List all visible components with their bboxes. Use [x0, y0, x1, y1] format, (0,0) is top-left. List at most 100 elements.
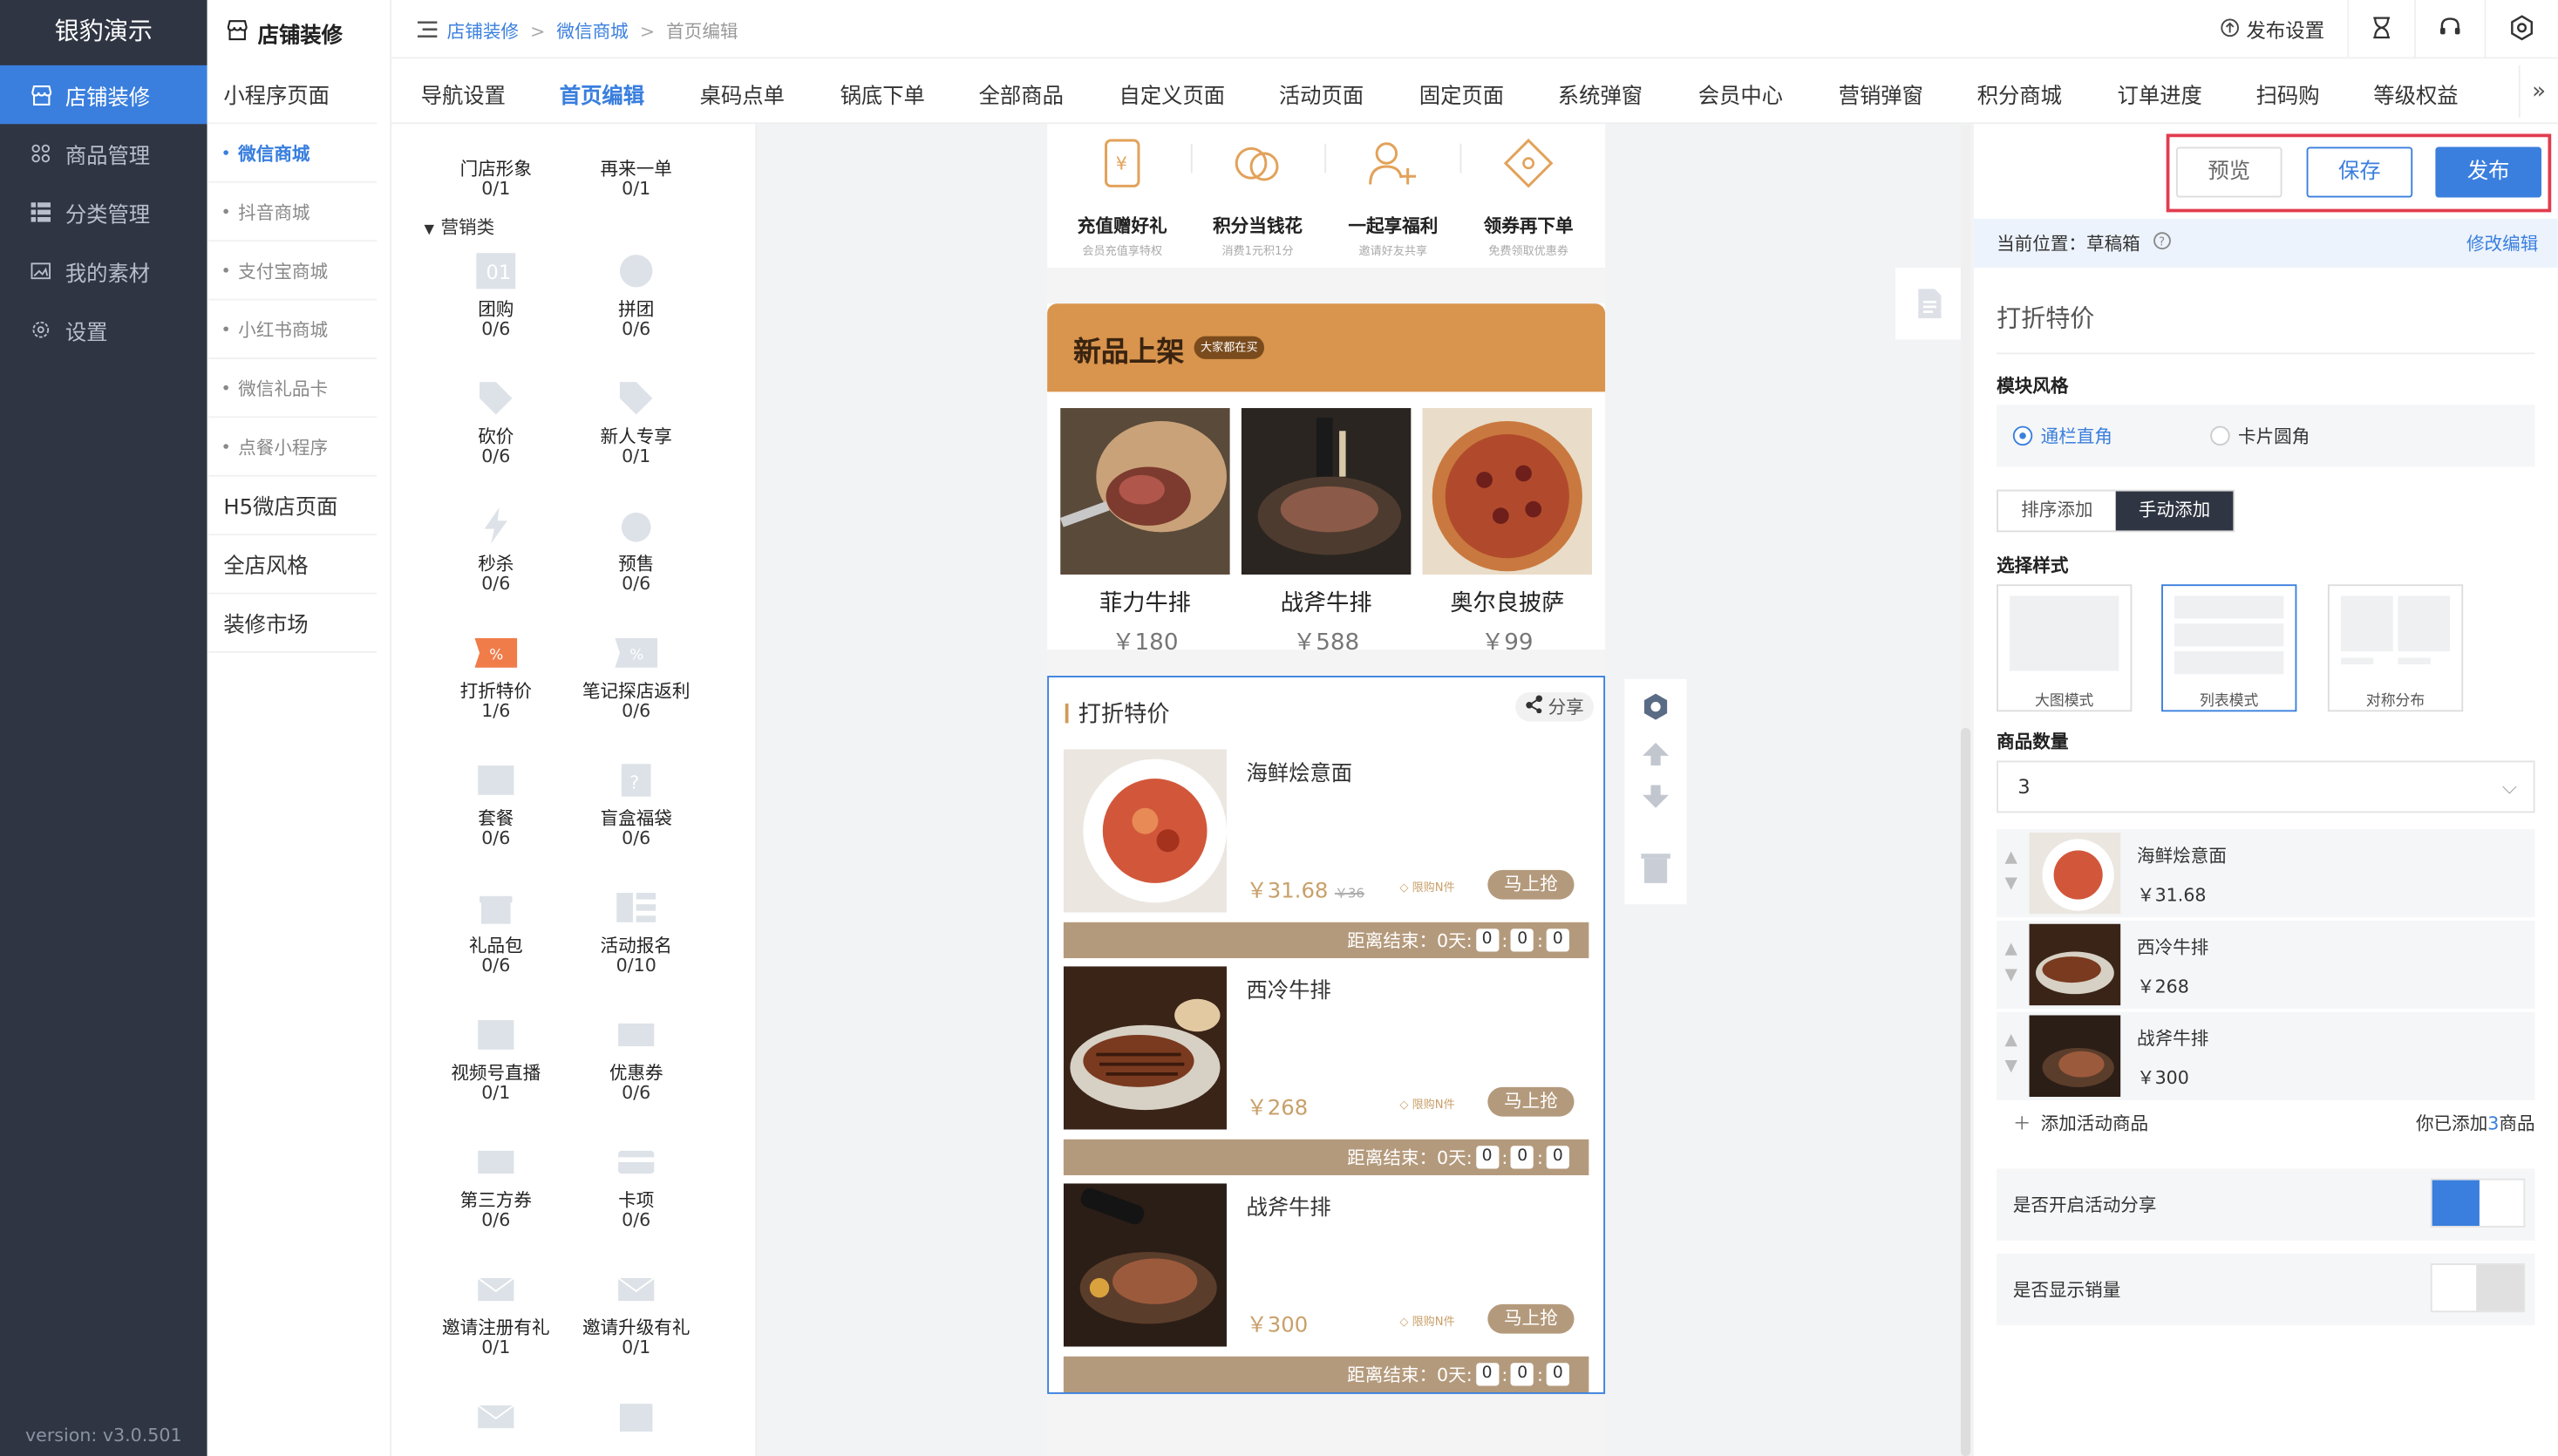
tab-nav-settings[interactable]: 导航设置	[421, 78, 506, 109]
product-card[interactable]: 奥尔良披萨 ￥99	[1422, 408, 1593, 657]
style-big-image[interactable]: 大图模式	[1997, 584, 2133, 712]
component-invite-upgrade[interactable]: 邀请升级有礼 0/1	[554, 1267, 718, 1358]
selected-goods-item[interactable]: ▲ ▼ 西冷牛排 ￥268	[1997, 920, 2535, 1010]
component-reorder[interactable]: 再来一单 0/1	[554, 160, 718, 199]
component-gift-pack[interactable]: 礼品包 0/6	[414, 885, 577, 976]
quick-entry-invite[interactable]: 一起享福利 邀请好友共享	[1328, 131, 1459, 260]
component-bargain[interactable]: 砍价 0/6	[414, 376, 577, 467]
edit-link[interactable]: 修改编辑	[2466, 230, 2538, 256]
breadcrumb-wechat-mall[interactable]: 微信商城	[556, 18, 628, 44]
component-presale[interactable]: 预售 0/6	[554, 503, 718, 595]
more-tabs-button[interactable]: »	[2518, 65, 2558, 118]
new-arrival-module[interactable]: 新品上架 大家都在买 菲力牛排 ￥180 战斧牛排 ￥588 奥尔良披萨 ￥99	[1047, 303, 1606, 657]
save-button[interactable]: 保存	[2306, 146, 2413, 198]
support-button[interactable]	[2414, 0, 2484, 59]
tab-marketing-popup[interactable]: 营销弹窗	[1839, 78, 1923, 109]
tab-home-edit[interactable]: 首页编辑	[560, 78, 644, 109]
buy-now-button[interactable]: 马上抢	[1487, 869, 1575, 900]
component-store-image[interactable]: 门店形象 0/1	[414, 160, 577, 199]
add-goods-button[interactable]: ＋添加活动商品	[1997, 1113, 2148, 1134]
component-more-calendar[interactable]	[554, 1394, 718, 1446]
share-button[interactable]: 分享	[1515, 691, 1594, 722]
sort-arrows[interactable]: ▲ ▼	[2004, 937, 2017, 990]
component-note-rebate[interactable]: % 笔记探店返利 0/6	[554, 630, 718, 722]
tab-activity-page[interactable]: 活动页面	[1279, 78, 1364, 109]
quick-entry-recharge[interactable]: ¥ 充值赠好礼 会员充值享特权	[1057, 131, 1187, 260]
component-group-buy[interactable]: 01 团购 0/6	[414, 248, 577, 340]
tab-order-progress[interactable]: 订单进度	[2118, 78, 2202, 109]
add-sort-option[interactable]: 排序添加	[1998, 492, 2116, 531]
radio-card-rounded[interactable]: 卡片圆角	[2210, 423, 2310, 449]
component-flash-sale[interactable]: 秒杀 0/6	[414, 503, 577, 595]
publish-settings-button[interactable]: 发布设置	[2197, 0, 2347, 58]
move-down-button[interactable]	[1641, 784, 1670, 815]
tab-member-center[interactable]: 会员中心	[1698, 78, 1783, 109]
style-list[interactable]: 列表模式	[2161, 584, 2297, 712]
sales-toggle[interactable]	[2430, 1263, 2526, 1313]
tab-all-goods[interactable]: 全部商品	[979, 78, 1064, 109]
subnav-douyin-mall[interactable]: 抖音商城	[207, 183, 378, 242]
help-circle-icon[interactable]: ?	[2153, 232, 2172, 255]
subnav-wechat-giftcard[interactable]: 微信礼品卡	[207, 359, 378, 418]
nav-item-settings[interactable]: 设置	[0, 300, 207, 358]
delete-module-button[interactable]	[1624, 835, 1687, 905]
radio-full-width[interactable]: 通栏直角	[2012, 423, 2112, 449]
tab-scan-buy[interactable]: 扫码购	[2256, 78, 2320, 109]
add-manual-option[interactable]: 手动添加	[2115, 491, 2234, 531]
subnav-xiaohongshu-mall[interactable]: 小红书商城	[207, 300, 378, 359]
publish-button[interactable]: 发布	[2435, 146, 2542, 198]
subnav-decor-market[interactable]: 装修市场	[207, 594, 378, 653]
subnav-alipay-mall[interactable]: 支付宝商城	[207, 242, 378, 301]
preview-button[interactable]: 预览	[2175, 146, 2282, 198]
subnav-h5-page[interactable]: H5微店页面	[207, 477, 378, 536]
sort-arrows[interactable]: ▲ ▼	[2004, 846, 2017, 898]
tab-table-order[interactable]: 桌码点单	[700, 78, 785, 109]
nav-item-shop-decor[interactable]: 店铺装修	[0, 65, 207, 125]
discount-module[interactable]: 打折特价 分享 海鲜烩意面 ￥31.68 ￥36 ◇ 限购N件 马上抢 距离结束：…	[1047, 676, 1606, 1394]
component-coupon[interactable]: 优惠券 0/6	[554, 1012, 718, 1104]
quick-entries[interactable]: ¥ 充值赠好礼 会员充值享特权 积分当钱花 消费1元积1分 一起享福利 邀请好友共享 …	[1047, 124, 1606, 269]
share-toggle[interactable]	[2430, 1178, 2526, 1228]
canvas-scrollbar[interactable]	[1960, 124, 1971, 1456]
component-discount[interactable]: % 打折特价 1/6	[414, 630, 577, 722]
component-signup[interactable]: 活动报名 0/10	[554, 885, 718, 976]
quick-entry-points[interactable]: 积分当钱花 消费1元积1分	[1193, 131, 1323, 260]
component-more-envelope[interactable]	[414, 1394, 577, 1446]
selected-goods-item[interactable]: ▲ ▼ 海鲜烩意面 ￥31.68	[1997, 829, 2535, 918]
tab-custom-page[interactable]: 自定义页面	[1119, 78, 1226, 109]
nav-item-materials[interactable]: 我的素材	[0, 242, 207, 300]
page-doc-button[interactable]	[1895, 268, 1964, 340]
style-symmetric[interactable]: 对称分布	[2327, 584, 2464, 712]
selected-goods-item[interactable]: ▲ ▼ 战斧牛排 ￥300	[1997, 1011, 2535, 1100]
subnav-ordering-miniprogram[interactable]: 点餐小程序	[207, 418, 378, 477]
move-up-button[interactable]	[1641, 741, 1670, 772]
tab-fixed-page[interactable]: 固定页面	[1419, 78, 1504, 109]
quick-entry-coupon[interactable]: 领券再下单 免费领取优惠券	[1463, 131, 1594, 260]
tab-points-mall[interactable]: 积分商城	[1977, 78, 2062, 109]
settings-button[interactable]	[2484, 0, 2558, 59]
component-third-party-coupon[interactable]: 第三方券 0/6	[414, 1140, 577, 1231]
tab-hotpot-order[interactable]: 锅底下单	[840, 78, 925, 109]
component-combo[interactable]: 套餐 0/6	[414, 758, 577, 849]
scrollbar-thumb[interactable]	[1960, 728, 1971, 1456]
component-blind-box[interactable]: ? 盲盒福袋 0/6	[554, 758, 718, 849]
category-marketing[interactable]: ▼ 营销类	[424, 214, 494, 240]
product-card[interactable]: 战斧牛排 ￥588	[1241, 408, 1412, 657]
buy-now-button[interactable]: 马上抢	[1487, 1303, 1575, 1334]
hourglass-button[interactable]	[2347, 0, 2414, 59]
component-newcomer[interactable]: 新人专享 0/1	[554, 376, 718, 467]
component-channel-live[interactable]: 视频号直播 0/1	[414, 1012, 577, 1104]
nav-item-goods[interactable]: 商品管理	[0, 124, 207, 182]
buy-now-button[interactable]: 马上抢	[1487, 1086, 1575, 1117]
breadcrumb-shop-decor[interactable]: 店铺装修	[447, 18, 519, 44]
tab-level-benefits[interactable]: 等级权益	[2373, 78, 2458, 109]
product-card[interactable]: 菲力牛排 ￥180	[1059, 408, 1230, 657]
subnav-store-style[interactable]: 全店风格	[207, 535, 378, 595]
tab-system-popup[interactable]: 系统弹窗	[1558, 78, 1643, 109]
subnav-miniprogram[interactable]: 小程序页面	[207, 65, 378, 125]
subnav-wechat-mall[interactable]: 微信商城	[207, 124, 378, 183]
component-pintuan[interactable]: 拼团 0/6	[554, 248, 718, 340]
component-invite-register[interactable]: 邀请注册有礼 0/1	[414, 1267, 577, 1358]
qty-select[interactable]: 3 ⌵	[1997, 760, 2535, 813]
module-settings-button[interactable]	[1641, 692, 1670, 726]
